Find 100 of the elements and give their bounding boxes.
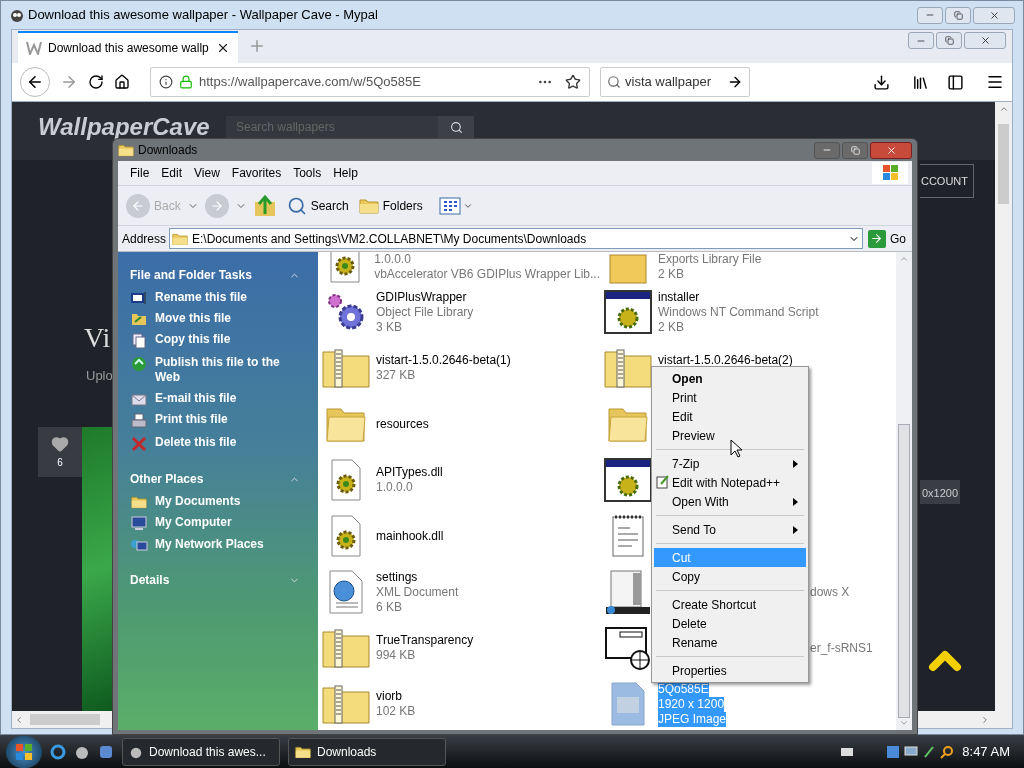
task-link[interactable]: Copy this file [155,332,305,347]
taskbar-button[interactable]: Downloads [288,737,446,766]
menu-item[interactable]: File [124,164,156,182]
internet-explorer-icon[interactable] [50,743,66,760]
scroll-thumb[interactable] [898,423,910,719]
windows-logo-icon [872,162,908,184]
maximize-button[interactable] [945,6,971,24]
folders-button[interactable]: Folders [358,196,423,215]
program-icon[interactable] [605,569,651,615]
menu-item[interactable]: Edit [155,164,189,182]
site-search-button[interactable] [438,116,474,138]
close-tab-icon[interactable] [216,41,230,55]
menu-item[interactable]: Create Shortcut [654,595,806,614]
menu-icon[interactable] [986,73,1004,91]
reload-icon[interactable] [88,74,104,90]
search-button[interactable]: Search [286,195,349,216]
menu-item[interactable]: Properties [654,661,806,680]
scroll-down-icon[interactable] [899,718,909,728]
search-field[interactable]: vista wallpaper [600,67,750,97]
menu-item[interactable]: Copy [654,567,806,586]
menu-item[interactable]: Tools [287,164,328,182]
horizontal-scrollbar[interactable] [918,711,1012,728]
tray-app-icon[interactable] [886,744,901,759]
monitor-icon[interactable] [904,744,919,759]
sidebar-icon[interactable] [947,73,964,91]
web-window-icon[interactable] [604,626,652,670]
info-icon[interactable] [159,75,173,89]
browser-tab[interactable]: Download this awesome wallp [18,31,238,63]
resolution-badge: 0x1200 [920,480,961,504]
library-icon[interactable] [912,73,929,91]
menu-item[interactable]: Help [327,164,364,182]
scroll-left-icon[interactable] [14,714,24,725]
download-icon[interactable] [873,73,890,91]
start-button[interactable] [6,735,42,768]
task-link[interactable]: My Network Places [155,537,305,552]
menu-item[interactable]: Edit [654,407,806,426]
folder-icon[interactable] [325,405,367,443]
vertical-scrollbar[interactable] [995,102,1012,711]
close-button[interactable] [870,141,912,159]
folder-up-icon[interactable] [252,193,277,218]
home-icon[interactable] [114,74,130,90]
maximize-button[interactable] [842,141,868,159]
task-link[interactable]: E-mail this file [155,391,305,406]
folder-icon[interactable] [607,405,649,443]
clock: 8:47 AM [962,742,1010,761]
minimize-button[interactable] [814,141,840,159]
zipped-folder-icon[interactable] [322,628,370,668]
zipped-folder-icon[interactable] [322,348,370,388]
scroll-right-icon[interactable] [980,714,990,725]
address-field[interactable]: E:\Documents and Settings\VM2.COLLABNET\My Documents\Downloads [169,228,863,249]
zipped-folder-icon[interactable] [322,684,370,724]
menu-item[interactable]: Favorites [225,164,288,182]
file-detail: 1920 x 1200 [658,696,725,712]
new-tab-icon[interactable] [248,37,266,55]
menu-item[interactable]: Rename [654,633,806,652]
like-button[interactable]: 6 [38,427,82,477]
menu-item[interactable]: View [188,164,226,182]
task-link[interactable]: Publish this file to the Web [155,355,305,385]
keyboard-icon[interactable] [840,746,855,757]
menu-item[interactable]: Edit with Notepad++ [654,473,806,492]
scroll-up-icon[interactable] [998,104,1009,114]
menu-item[interactable]: Open [654,369,806,388]
close-button[interactable] [973,6,1015,24]
go-button[interactable]: Go [866,229,908,248]
folder-icon [358,197,379,214]
bookmark-star-icon[interactable] [565,74,581,90]
close-button[interactable] [964,32,1006,49]
url-field[interactable]: https://wallpapercave.com/w/5Qo585E [150,67,590,97]
taskbar-button[interactable]: Download this awes... [122,737,280,766]
horizontal-scrollbar[interactable] [12,711,112,728]
image-file-icon[interactable] [608,681,648,727]
task-link[interactable]: My Computer [155,515,305,530]
script-window-icon[interactable] [604,458,652,502]
notepad-icon[interactable] [611,514,645,558]
minimize-button[interactable] [908,32,934,49]
scroll-up-icon[interactable] [899,254,909,264]
maximize-button[interactable] [936,32,962,49]
task-link[interactable]: Delete this file [155,435,305,450]
menu-item[interactable]: Print [654,388,806,407]
scroll-thumb[interactable] [30,714,100,725]
menu-item[interactable]: Delete [654,614,806,633]
network-icon[interactable] [922,744,937,759]
menu-item[interactable]: Preview [654,426,806,445]
task-link[interactable]: My Documents [155,494,305,509]
account-button[interactable]: CCOUNT [920,164,974,198]
scroll-thumb[interactable] [998,124,1009,204]
search-icon[interactable] [940,744,955,759]
script-window-icon[interactable] [604,290,652,334]
task-link[interactable]: Rename this file [155,290,305,305]
task-link[interactable]: Move this file [155,311,305,326]
zipped-folder-icon[interactable] [604,348,652,388]
app-icon[interactable] [98,743,114,760]
file-icon[interactable] [608,254,648,284]
menu-item[interactable]: Open With [654,492,806,511]
views-button[interactable] [438,196,473,215]
task-link[interactable]: Print this file [155,412,305,427]
menu-item[interactable]: Send To [654,520,806,539]
forward-icon[interactable] [60,73,78,91]
menu-item[interactable]: 7-Zip [654,454,806,473]
minimize-button[interactable] [917,6,943,24]
